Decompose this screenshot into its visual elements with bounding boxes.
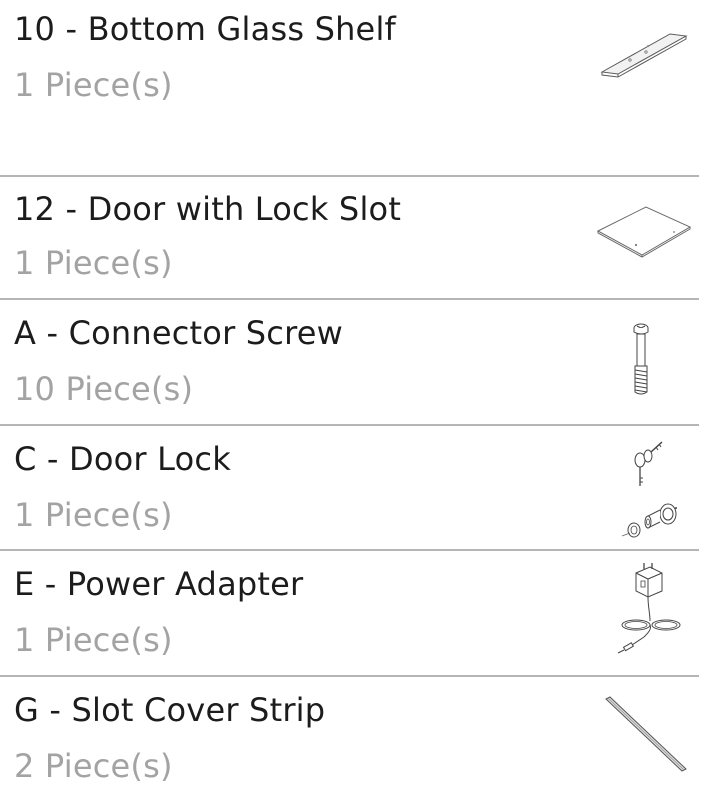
part-quantity: 1 Piece(s) bbox=[14, 66, 173, 104]
part-name: E - Power Adapter bbox=[14, 565, 304, 603]
door-panel-icon bbox=[596, 205, 692, 259]
part-name: C - Door Lock bbox=[14, 440, 231, 478]
part-row-door-with-lock-slot: 12 - Door with Lock Slot 1 Piece(s) bbox=[0, 177, 699, 298]
part-row-connector-screw: A - Connector Screw 10 Piece(s) bbox=[0, 300, 699, 425]
part-quantity: 10 Piece(s) bbox=[14, 370, 194, 408]
part-quantity: 2 Piece(s) bbox=[14, 747, 173, 785]
part-name: 10 - Bottom Glass Shelf bbox=[14, 10, 397, 48]
part-name: 12 - Door with Lock Slot bbox=[14, 190, 402, 228]
cover-strip-icon bbox=[602, 695, 688, 775]
part-quantity: 1 Piece(s) bbox=[14, 621, 173, 659]
part-name: A - Connector Screw bbox=[14, 314, 344, 352]
power-adapter-icon bbox=[614, 561, 696, 667]
part-row-slot-cover-strip: G - Slot Cover Strip 2 Piece(s) bbox=[0, 677, 699, 798]
part-quantity: 1 Piece(s) bbox=[14, 496, 173, 534]
part-row-power-adapter: E - Power Adapter 1 Piece(s) bbox=[0, 551, 699, 676]
door-lock-icon bbox=[618, 438, 692, 540]
glass-shelf-icon bbox=[598, 24, 690, 80]
parts-list: 10 - Bottom Glass Shelf 1 Piece(s) 12 - … bbox=[0, 0, 699, 798]
connector-screw-icon bbox=[626, 322, 656, 402]
part-quantity: 1 Piece(s) bbox=[14, 244, 173, 282]
part-row-door-lock: C - Door Lock 1 Piece(s) bbox=[0, 426, 699, 550]
part-row-bottom-glass-shelf: 10 - Bottom Glass Shelf 1 Piece(s) bbox=[0, 0, 699, 176]
part-name: G - Slot Cover Strip bbox=[14, 691, 326, 729]
